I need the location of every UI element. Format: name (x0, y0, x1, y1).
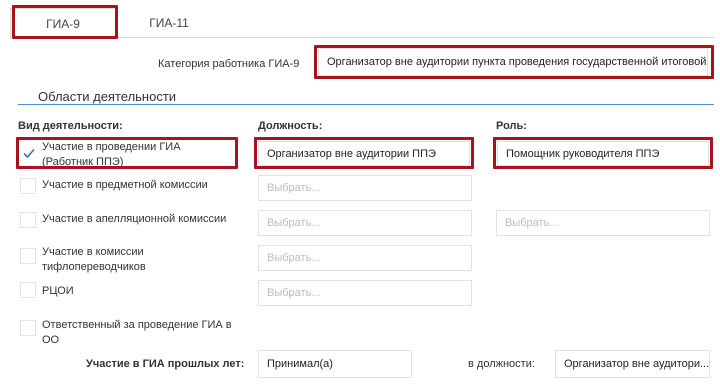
activity-label-tiflo-commission: Участие в комиссии тифлопереводчиков (42, 246, 146, 273)
past-participation-select-value: Принимал(а) (267, 358, 333, 370)
tab-gia-11[interactable]: ГИА-11 (114, 8, 224, 38)
past-participation-label: Участие в ГИА прошлых лет: (86, 358, 245, 370)
position-select-tiflo-commission-placeholder: Выбрать... (267, 252, 321, 264)
past-position-label: в должности: (468, 358, 535, 370)
position-select-rcoi[interactable]: Выбрать... (258, 280, 472, 306)
tab-gia-9-highlight (12, 5, 118, 39)
activity-checkbox-tiflo-commission[interactable] (20, 248, 36, 264)
past-position-select[interactable]: Организатор вне аудитори... (555, 350, 710, 378)
position-select-tiflo-commission[interactable]: Выбрать... (258, 245, 472, 271)
position-select-subject-commission-placeholder: Выбрать... (267, 182, 321, 194)
activity-checkbox-appeal-commission[interactable] (20, 212, 36, 228)
activity-checkbox-rcoi[interactable] (20, 282, 36, 298)
position-select-subject-commission[interactable]: Выбрать... (258, 175, 472, 201)
tab-gia-11-label: ГИА-11 (149, 16, 189, 30)
role-select-appeal-commission[interactable]: Выбрать... (496, 210, 710, 236)
activity-checkbox-responsible[interactable] (20, 320, 36, 336)
role-select-appeal-commission-placeholder: Выбрать... (505, 217, 559, 229)
category-highlight (314, 45, 714, 79)
position-select-appeal-commission[interactable]: Выбрать... (258, 210, 472, 236)
section-divider (18, 104, 714, 105)
past-participation-select[interactable]: Принимал(а) (258, 350, 412, 378)
position-gia-highlight (254, 137, 474, 169)
role-gia-highlight (493, 137, 713, 169)
position-select-rcoi-placeholder: Выбрать... (267, 287, 321, 299)
activity-column-header: Вид деятельности: (18, 120, 123, 132)
activity-checkbox-subject-commission[interactable] (20, 178, 36, 194)
activity-label-subject-commission: Участие в предметной комиссии (42, 179, 208, 191)
section-title: Области деятельности (38, 89, 177, 104)
activity-label-appeal-commission: Участие в апелляционной комиссии (42, 213, 227, 225)
past-position-select-value: Организатор вне аудитори... (564, 358, 710, 370)
position-column-header: Должность: (258, 120, 323, 132)
position-select-appeal-commission-placeholder: Выбрать... (267, 217, 321, 229)
activity-label-responsible: Ответственный за проведение ГИА в ОО (42, 319, 232, 346)
role-column-header: Роль: (496, 120, 527, 132)
category-label: Категория работника ГИА-9 (158, 58, 300, 70)
activity-gia-highlight (16, 137, 238, 169)
activity-label-rcoi: РЦОИ (42, 285, 74, 297)
